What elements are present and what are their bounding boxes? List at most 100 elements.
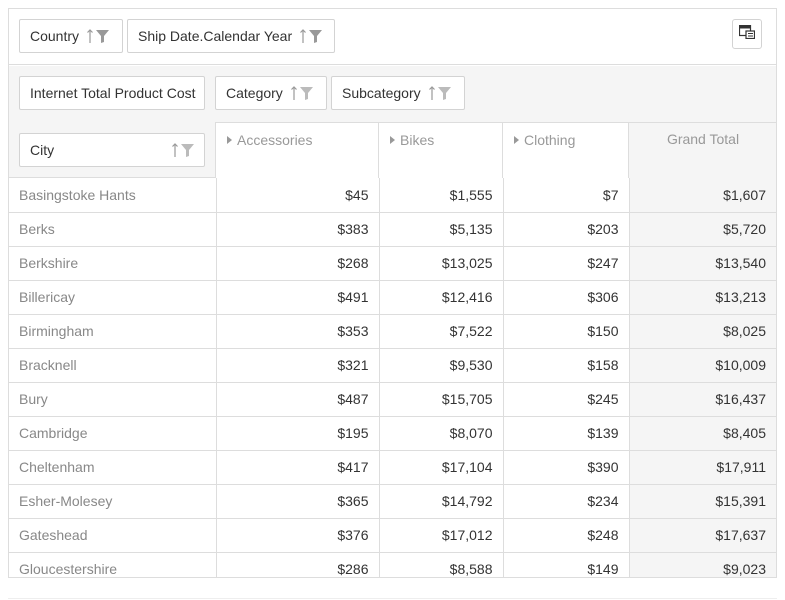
- cell-grand-total: $9,023: [629, 552, 776, 577]
- cell-bikes: $17,012: [379, 518, 504, 553]
- cell-bikes: $7,522: [379, 314, 504, 349]
- row-header-cell[interactable]: Birmingham: [9, 314, 217, 349]
- expand-triangle-icon[interactable]: [227, 131, 232, 147]
- filter-fields-area: Country Ship Date.Calendar Year: [9, 9, 776, 65]
- cell-clothing: $390: [503, 450, 630, 485]
- field-chooser-icon: [738, 24, 756, 44]
- divider: [8, 598, 777, 599]
- cell-accessories: $487: [216, 382, 380, 417]
- cell-accessories: $376: [216, 518, 380, 553]
- cell-bikes: $9,530: [379, 348, 504, 383]
- column-header-clothing[interactable]: Clothing: [503, 123, 629, 178]
- column-header-label: Accessories: [237, 132, 313, 148]
- data-field-product-cost[interactable]: Internet Total Product Cost: [19, 76, 205, 110]
- column-header-bikes[interactable]: Bikes: [379, 123, 503, 178]
- row-header-cell[interactable]: Bracknell: [9, 348, 217, 383]
- expand-triangle-icon[interactable]: [390, 131, 395, 147]
- table-row: Bury $487 $15,705 $245 $16,437: [9, 382, 776, 417]
- field-label: Ship Date.Calendar Year: [138, 28, 293, 44]
- table-row: Berkshire $268 $13,025 $247 $13,540: [9, 246, 776, 281]
- sort-ascending-icon[interactable]: [87, 29, 93, 43]
- cell-grand-total: $17,911: [629, 450, 776, 485]
- column-header-label: Bikes: [400, 132, 435, 148]
- cell-clothing: $149: [503, 552, 630, 577]
- filter-funnel-icon[interactable]: [309, 29, 323, 43]
- column-field-category[interactable]: Category: [215, 76, 327, 110]
- table-row: Berks $383 $5,135 $203 $5,720: [9, 212, 776, 247]
- field-label: Category: [226, 85, 283, 101]
- cell-grand-total: $16,437: [629, 382, 776, 417]
- cell-accessories: $45: [216, 178, 380, 213]
- table-row: Esher-Molesey $365 $14,792 $234 $15,391: [9, 484, 776, 519]
- filter-funnel-icon[interactable]: [299, 86, 313, 100]
- cell-clothing: $306: [503, 280, 630, 315]
- table-row: Cheltenham $417 $17,104 $390 $17,911: [9, 450, 776, 485]
- field-label: City: [30, 142, 55, 158]
- row-header-cell[interactable]: Bury: [9, 382, 217, 417]
- filter-field-ship-date[interactable]: Ship Date.Calendar Year: [127, 19, 335, 53]
- cell-bikes: $8,588: [379, 552, 504, 577]
- row-field-city[interactable]: City: [19, 133, 205, 167]
- cell-grand-total: $15,391: [629, 484, 776, 519]
- field-label: Country: [30, 28, 80, 44]
- cell-clothing: $158: [503, 348, 630, 383]
- column-header-accessories[interactable]: Accessories: [216, 123, 379, 178]
- table-row: Bracknell $321 $9,530 $158 $10,009: [9, 348, 776, 383]
- cell-clothing: $234: [503, 484, 630, 519]
- sort-ascending-icon[interactable]: [428, 86, 435, 100]
- cell-accessories: $321: [216, 348, 380, 383]
- pivot-grid: Country Ship Date.Calendar Year Internet…: [8, 8, 777, 578]
- expand-triangle-icon[interactable]: [514, 131, 519, 147]
- filter-funnel-icon[interactable]: [96, 29, 110, 43]
- data-area[interactable]: Basingstoke Hants $45 $1,555 $7 $1,607 Berks $…: [9, 178, 776, 577]
- row-header-cell[interactable]: Cambridge: [9, 416, 217, 451]
- filter-field-country[interactable]: Country: [19, 19, 123, 53]
- row-header-cell[interactable]: Basingstoke Hants: [9, 178, 217, 213]
- cell-bikes: $13,025: [379, 246, 504, 281]
- cell-grand-total: $13,213: [629, 280, 776, 315]
- field-label: Subcategory: [342, 85, 421, 101]
- cell-grand-total: $10,009: [629, 348, 776, 383]
- sort-ascending-icon[interactable]: [290, 86, 297, 100]
- row-header-cell[interactable]: Gateshead: [9, 518, 217, 553]
- cell-clothing: $139: [503, 416, 630, 451]
- row-header-cell[interactable]: Billericay: [9, 280, 217, 315]
- row-header-cell[interactable]: Cheltenham: [9, 450, 217, 485]
- cell-accessories: $383: [216, 212, 380, 247]
- cell-bikes: $12,416: [379, 280, 504, 315]
- column-header-label: Grand Total: [666, 131, 740, 147]
- field-chooser-button[interactable]: [732, 19, 762, 49]
- table-row: Birmingham $353 $7,522 $150 $8,025: [9, 314, 776, 349]
- table-row: Cambridge $195 $8,070 $139 $8,405: [9, 416, 776, 451]
- sort-ascending-icon[interactable]: [300, 29, 307, 43]
- cell-bikes: $8,070: [379, 416, 504, 451]
- row-header-cell[interactable]: Gloucestershire: [9, 552, 217, 577]
- row-header-cell[interactable]: Berkshire: [9, 246, 217, 281]
- cell-clothing: $247: [503, 246, 630, 281]
- filter-funnel-icon[interactable]: [181, 143, 194, 157]
- filter-funnel-icon[interactable]: [437, 86, 451, 100]
- sort-ascending-icon[interactable]: [172, 143, 178, 157]
- row-header-cell[interactable]: Esher-Molesey: [9, 484, 217, 519]
- cell-grand-total: $17,637: [629, 518, 776, 553]
- cell-clothing: $150: [503, 314, 630, 349]
- table-row: Billericay $491 $12,416 $306 $13,213: [9, 280, 776, 315]
- cell-clothing: $248: [503, 518, 630, 553]
- field-label: Internet Total Product Cost: [30, 85, 196, 101]
- column-field-subcategory[interactable]: Subcategory: [331, 76, 465, 110]
- cell-bikes: $5,135: [379, 212, 504, 247]
- cell-bikes: $15,705: [379, 382, 504, 417]
- cell-accessories: $268: [216, 246, 380, 281]
- cell-grand-total: $13,540: [629, 246, 776, 281]
- cell-grand-total: $8,025: [629, 314, 776, 349]
- column-header-grand-total: Grand Total: [629, 123, 776, 178]
- table-row: Gloucestershire $286 $8,588 $149 $9,023: [9, 552, 776, 577]
- cell-grand-total: $1,607: [629, 178, 776, 213]
- column-header-label: Clothing: [524, 132, 576, 148]
- row-header-cell[interactable]: Berks: [9, 212, 217, 247]
- column-headers: Accessories Bikes Clothing Grand Total: [215, 122, 776, 178]
- cell-clothing: $203: [503, 212, 630, 247]
- cell-accessories: $286: [216, 552, 380, 577]
- cell-clothing: $7: [503, 178, 630, 213]
- cell-accessories: $365: [216, 484, 380, 519]
